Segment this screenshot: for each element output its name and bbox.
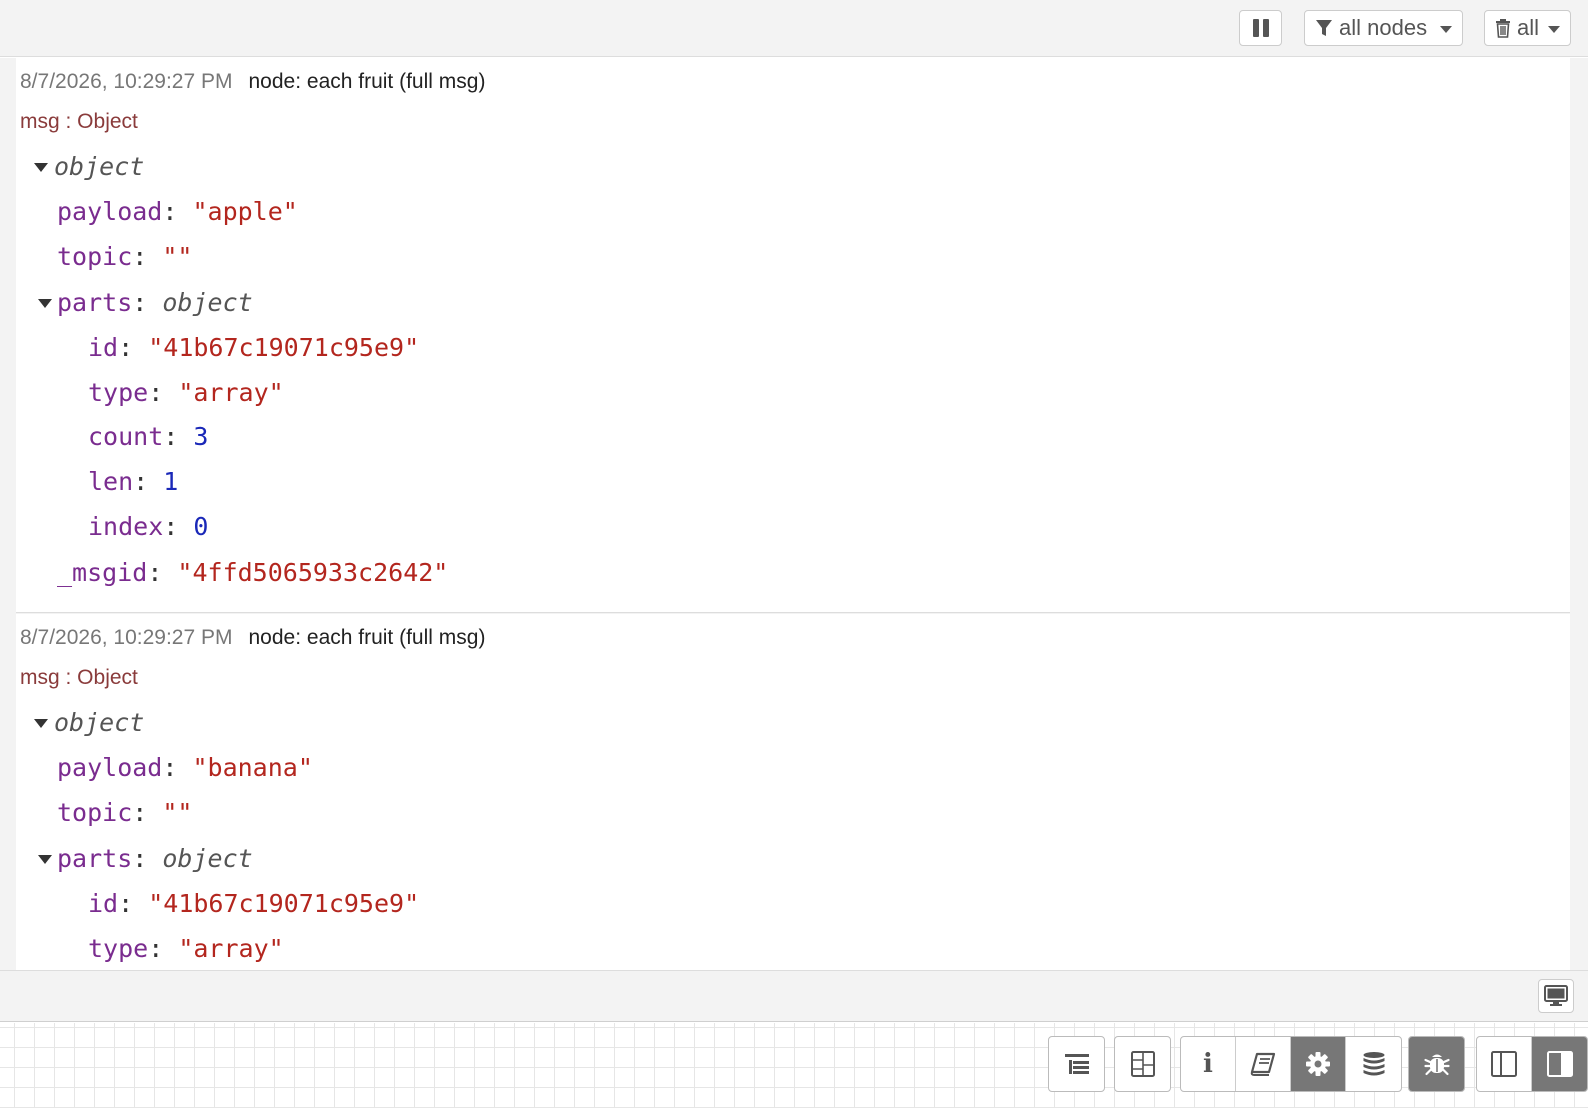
tree-row-topic: topic: "" — [57, 242, 193, 271]
message-timestamp: 8/7/2026, 10:29:27 PM — [20, 70, 233, 93]
tree-row-count: count: 3 — [88, 422, 209, 451]
open-debug-window-button[interactable] — [1538, 979, 1574, 1013]
message-type-label[interactable]: msg : Object — [20, 110, 138, 134]
sidebar-tab-group-layout — [1114, 1036, 1171, 1092]
sidebar-tab-group-panels — [1476, 1036, 1588, 1092]
tree-row-root[interactable]: object — [34, 708, 144, 738]
sidebar-tab-group-outline — [1048, 1036, 1105, 1092]
clear-messages-dropdown[interactable]: all — [1484, 10, 1571, 46]
sidebar-tab-debug[interactable] — [1409, 1037, 1464, 1091]
pause-icon — [1252, 19, 1269, 37]
chevron-down-icon — [1440, 26, 1452, 33]
monitor-icon — [1544, 985, 1568, 1006]
sidebar-left-icon — [1491, 1051, 1517, 1077]
filter-label: all nodes — [1339, 15, 1428, 40]
tree-row-parts[interactable]: parts: object — [38, 288, 253, 318]
tree-row-type: type: "array" — [88, 378, 284, 407]
caret-down-icon — [34, 719, 48, 728]
tree-row-parts[interactable]: parts: object — [38, 844, 253, 874]
debug-message: 8/7/2026, 10:29:27 PM node: each fruit (f… — [16, 614, 1570, 970]
payload-value: "banana" — [192, 753, 313, 782]
message-type-label[interactable]: msg : Object — [20, 666, 138, 690]
tree-row-index: index: 0 — [88, 512, 209, 541]
tree-row-msgid: _msgid: "4ffd5065933c2642" — [57, 558, 449, 587]
tree-row-payload: payload: "banana" — [57, 753, 313, 782]
message-meta: 8/7/2026, 10:29:27 PM node: each fruit (f… — [20, 626, 485, 650]
caret-down-icon — [38, 299, 52, 308]
debug-messages-list[interactable]: 8/7/2026, 10:29:27 PM node: each fruit (f… — [0, 58, 1588, 970]
tree-row-root[interactable]: object — [34, 152, 144, 182]
message-meta: 8/7/2026, 10:29:27 PM node: each fruit (f… — [20, 70, 485, 94]
caret-down-icon — [34, 163, 48, 172]
layout-icon — [1130, 1051, 1155, 1077]
tree-row-topic: topic: "" — [57, 798, 193, 827]
sidebar-tab-group-debug — [1408, 1036, 1465, 1092]
debug-toolbar: all nodes all — [0, 0, 1588, 57]
root-type: object — [54, 708, 145, 737]
caret-down-icon — [38, 855, 52, 864]
sidebar-tab-group-main: i — [1180, 1036, 1402, 1092]
root-type: object — [54, 152, 145, 181]
sidebar-tab-outline[interactable] — [1049, 1037, 1104, 1091]
tree-row-id: id: "41b67c19071c95e9" — [88, 333, 420, 362]
debug-status-bar — [0, 970, 1588, 1022]
bug-icon — [1423, 1054, 1450, 1076]
message-timestamp: 8/7/2026, 10:29:27 PM — [20, 626, 233, 649]
sidebar-tab-context[interactable] — [1346, 1037, 1401, 1091]
topic-value: "" — [162, 798, 193, 827]
filter-icon — [1316, 20, 1332, 36]
info-icon: i — [1203, 1049, 1213, 1079]
sidebar-tab-config[interactable] — [1291, 1037, 1346, 1091]
topic-value: "" — [162, 242, 193, 271]
sidebar-right-icon — [1546, 1051, 1573, 1077]
sidebar-tab-layout[interactable] — [1115, 1037, 1170, 1091]
tree-row-payload: payload: "apple" — [57, 197, 298, 226]
toggle-right-panel-button[interactable] — [1532, 1037, 1587, 1091]
toggle-left-panel-button[interactable] — [1477, 1037, 1532, 1091]
message-node-link[interactable]: node: each fruit (full msg) — [249, 70, 486, 93]
tree-row-type: type: "array" — [88, 934, 284, 963]
filter-dropdown[interactable]: all nodes — [1304, 10, 1463, 46]
database-icon — [1363, 1052, 1384, 1076]
clear-label: all — [1517, 15, 1540, 40]
chevron-down-icon — [1548, 26, 1560, 33]
tree-row-id: id: "41b67c19071c95e9" — [88, 889, 420, 918]
payload-value: "apple" — [192, 197, 298, 226]
gear-icon — [1306, 1052, 1330, 1076]
sidebar-tab-help[interactable] — [1236, 1037, 1291, 1091]
book-icon — [1250, 1052, 1276, 1076]
tree-row-len: len: 1 — [88, 467, 179, 496]
pause-button[interactable] — [1239, 10, 1282, 46]
trash-icon — [1496, 19, 1510, 38]
message-node-link[interactable]: node: each fruit (full msg) — [249, 626, 486, 649]
sidebar-tab-info[interactable]: i — [1181, 1037, 1236, 1091]
outline-icon — [1064, 1054, 1089, 1074]
debug-message: 8/7/2026, 10:29:27 PM node: each fruit (f… — [16, 58, 1570, 613]
